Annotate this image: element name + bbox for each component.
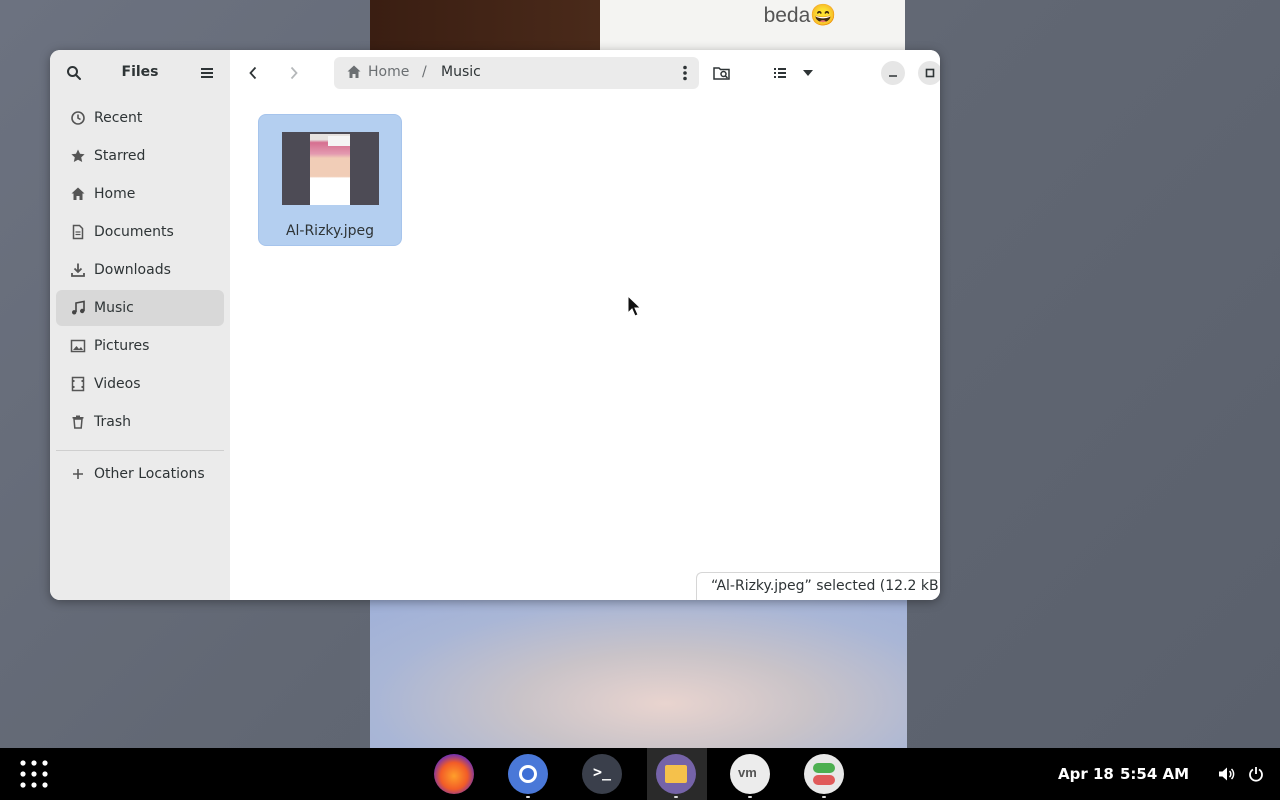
- settings-toggle-icon[interactable]: [804, 754, 844, 794]
- content-area: Home / Music Al-Rizky.jpeg “Al-Rizky.jpe…: [230, 50, 940, 600]
- maximize-icon: [925, 68, 935, 78]
- files-window: Files Recent Starred Home Documents Down…: [50, 50, 940, 600]
- sidebar: Files Recent Starred Home Documents Down…: [50, 50, 230, 600]
- sidebar-divider: [56, 450, 224, 451]
- breadcrumb-separator: /: [422, 64, 427, 80]
- sidebar-item-label: Pictures: [94, 338, 150, 354]
- view-options-button[interactable]: [794, 59, 822, 87]
- sidebar-item-starred[interactable]: Starred: [56, 138, 224, 174]
- running-indicator: [822, 796, 826, 798]
- sidebar-item-label: Other Locations: [94, 466, 205, 482]
- picture-icon: [68, 338, 88, 354]
- sidebar-item-label: Downloads: [94, 262, 171, 278]
- path-menu-button[interactable]: [671, 59, 699, 87]
- running-indicator: [748, 796, 752, 798]
- sidebar-places: Recent Starred Home Documents Downloads …: [56, 100, 224, 442]
- status-floating-bar: “Al-Rizky.jpeg” selected (12.2 kB): [696, 572, 940, 600]
- chromium-icon[interactable]: [508, 754, 548, 794]
- power-icon[interactable]: [1246, 764, 1266, 784]
- download-icon: [68, 262, 88, 278]
- sidebar-item-pictures[interactable]: Pictures: [56, 328, 224, 364]
- mouse-cursor-icon: [627, 295, 641, 317]
- running-indicator: [526, 796, 530, 798]
- music-icon: [68, 300, 88, 316]
- breadcrumb-home[interactable]: Home: [346, 64, 409, 80]
- sidebar-item-other-locations[interactable]: Other Locations: [56, 456, 224, 492]
- volume-icon[interactable]: [1217, 764, 1237, 784]
- minimize-icon: [889, 75, 897, 77]
- sidebar-item-trash[interactable]: Trash: [56, 404, 224, 440]
- sidebar-item-label: Starred: [94, 148, 146, 164]
- forward-button[interactable]: [280, 59, 308, 87]
- plus-icon: [68, 466, 88, 482]
- sidebar-item-label: Music: [94, 300, 134, 316]
- terminal-icon[interactable]: >_: [582, 754, 622, 794]
- clock-icon: [68, 110, 88, 126]
- main-menu-button[interactable]: [193, 59, 221, 87]
- headerbar: Home / Music: [230, 50, 940, 96]
- search-location-button[interactable]: [708, 59, 736, 87]
- sidebar-item-videos[interactable]: Videos: [56, 366, 224, 402]
- sidebar-item-recent[interactable]: Recent: [56, 100, 224, 136]
- trash-icon: [68, 414, 88, 430]
- background-photo-bottom: [370, 600, 907, 748]
- file-item[interactable]: Al-Rizky.jpeg: [258, 114, 402, 246]
- sidebar-item-documents[interactable]: Documents: [56, 214, 224, 250]
- minimize-button[interactable]: [881, 61, 905, 85]
- chevron-right-icon: [290, 66, 298, 80]
- file-thumbnail: [282, 132, 379, 205]
- taskbar: >_ vm Apr 18 5:54 AM: [0, 748, 1280, 800]
- running-indicator: [674, 796, 678, 798]
- kebab-icon: [683, 65, 687, 81]
- firefox-icon[interactable]: [434, 754, 474, 794]
- pathbar: Home / Music: [334, 57, 699, 89]
- clock-time[interactable]: 5:54 AM: [1120, 765, 1189, 783]
- video-icon: [68, 376, 88, 392]
- sidebar-item-label: Recent: [94, 110, 143, 126]
- list-view-button[interactable]: [766, 59, 794, 87]
- list-icon: [774, 68, 786, 78]
- background-photo-top: beda😄: [370, 0, 905, 50]
- sidebar-item-label: Trash: [94, 414, 131, 430]
- files-icon[interactable]: [656, 754, 696, 794]
- clock-date[interactable]: Apr 18: [1058, 765, 1114, 783]
- maximize-button[interactable]: [918, 61, 940, 85]
- sidebar-item-label: Documents: [94, 224, 174, 240]
- back-button[interactable]: [239, 59, 267, 87]
- sidebar-item-label: Home: [94, 186, 136, 202]
- home-icon: [68, 186, 88, 202]
- sidebar-item-label: Videos: [94, 376, 141, 392]
- star-icon: [68, 148, 88, 164]
- vmware-icon[interactable]: vm: [730, 754, 770, 794]
- breadcrumb-home-label: Home: [368, 64, 410, 80]
- sidebar-item-downloads[interactable]: Downloads: [56, 252, 224, 288]
- folder-search-icon: [713, 67, 730, 80]
- breadcrumb-current[interactable]: Music: [441, 64, 481, 80]
- file-name: Al-Rizky.jpeg: [285, 223, 375, 239]
- hamburger-icon: [201, 68, 213, 78]
- chevron-left-icon: [249, 66, 257, 80]
- chevron-down-icon: [803, 70, 813, 76]
- sidebar-item-home[interactable]: Home: [56, 176, 224, 212]
- sidebar-item-music[interactable]: Music: [56, 290, 224, 326]
- home-icon: [347, 65, 361, 78]
- sidebar-header: Files: [50, 50, 230, 96]
- document-icon: [68, 224, 88, 240]
- app-grid-icon: [20, 760, 48, 788]
- background-photo-text: beda😄: [763, 4, 837, 27]
- show-apps-button[interactable]: [18, 758, 50, 790]
